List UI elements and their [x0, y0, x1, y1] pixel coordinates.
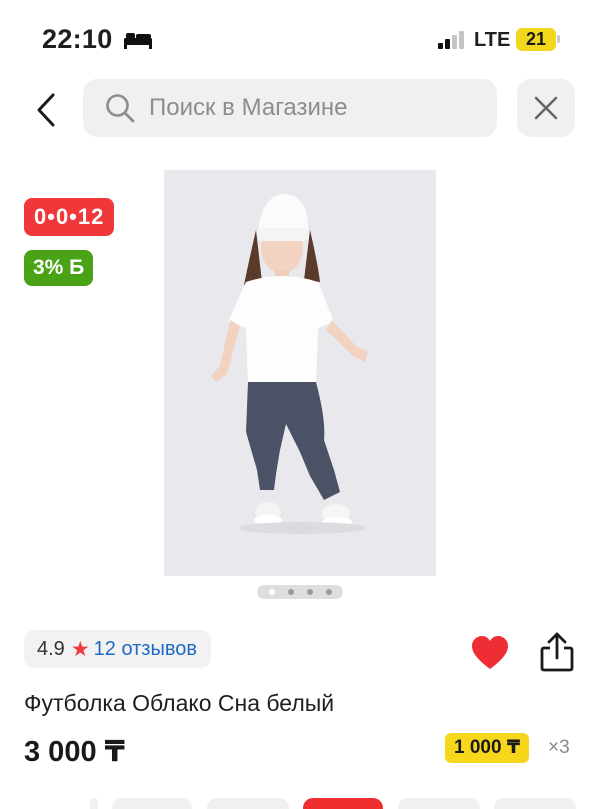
star-icon: ★: [70, 637, 90, 661]
product-photo: [164, 170, 436, 576]
carousel-dot[interactable]: [325, 589, 332, 595]
share-button[interactable]: [538, 631, 576, 673]
installment-multiplier: ×3: [548, 737, 570, 758]
rating-reviews-link[interactable]: 4.9 ★ 12 отзывов: [24, 630, 211, 668]
heart-icon: [472, 636, 508, 669]
share-icon: [540, 632, 574, 672]
back-button[interactable]: [24, 88, 68, 132]
bed-icon: [124, 33, 152, 49]
rating-value: 4.9: [37, 637, 65, 660]
installment-badge: 0•0•12: [24, 198, 115, 236]
option-chip[interactable]: [112, 798, 192, 809]
chevron-left-icon: [37, 93, 55, 127]
status-time: 22:10: [42, 24, 113, 54]
bonus-badge: 3% Б: [24, 250, 94, 286]
carousel-indicator[interactable]: [257, 585, 343, 599]
option-chip[interactable]: [90, 798, 98, 809]
signal-icon: [438, 31, 464, 49]
network-type: LTE: [474, 29, 511, 51]
search-input[interactable]: Поиск в Магазине: [83, 79, 497, 137]
close-button[interactable]: [517, 79, 575, 137]
carousel-dot[interactable]: [287, 589, 294, 595]
option-chip[interactable]: [494, 798, 576, 809]
option-chip-selected[interactable]: [303, 798, 383, 809]
option-chip[interactable]: [207, 798, 289, 809]
product-title: Футболка Облако Сна белый: [24, 690, 335, 716]
carousel-dot[interactable]: [306, 589, 313, 595]
status-bar: 22:10 LTE 21: [0, 0, 600, 72]
reviews-count[interactable]: 12 отзывов: [94, 638, 197, 661]
battery-indicator: 21: [516, 28, 556, 51]
option-chip[interactable]: [398, 798, 480, 809]
search-icon: [106, 94, 135, 123]
carousel-dot[interactable]: [268, 589, 275, 595]
product-image[interactable]: [164, 170, 436, 576]
battery-cap: [557, 35, 560, 43]
close-icon: [534, 96, 558, 120]
search-placeholder: Поиск в Магазине: [149, 94, 348, 121]
product-price: 3 000 ₸: [24, 736, 125, 768]
favorite-button[interactable]: [470, 635, 510, 671]
installment-price-badge[interactable]: 1 000 ₸: [445, 733, 530, 763]
